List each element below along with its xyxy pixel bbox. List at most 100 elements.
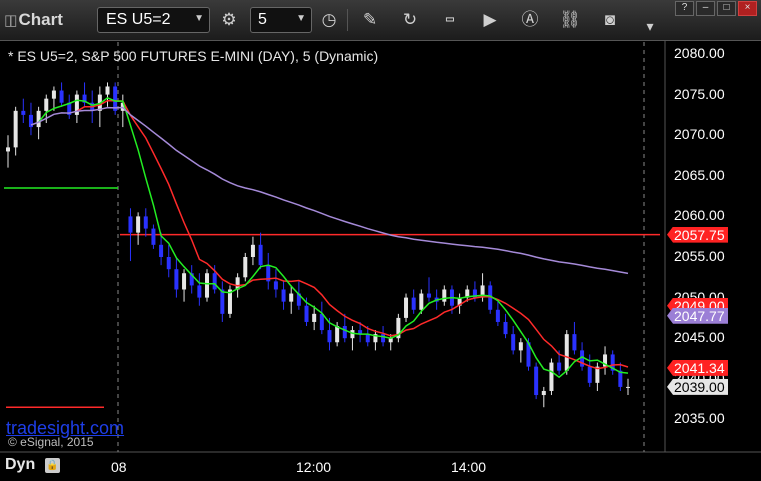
- candle-body: [365, 334, 370, 343]
- candle-body: [128, 216, 133, 233]
- price-tick-label: 2035.00: [674, 410, 725, 427]
- candle-body: [304, 305, 309, 322]
- candle-body: [319, 313, 324, 331]
- candle-body: [258, 244, 263, 266]
- play-replay-icon[interactable]: ▶: [477, 7, 503, 33]
- price-tick-label: 2065.00: [674, 166, 725, 183]
- candle-body: [166, 257, 171, 270]
- price-tick-label: 2080.00: [674, 45, 725, 61]
- symbol-value: ES U5=2: [106, 11, 171, 28]
- candle-body: [151, 228, 156, 245]
- maximize-icon[interactable]: □: [717, 1, 736, 16]
- time-tick-label: 08: [111, 459, 127, 475]
- candle-body: [572, 334, 577, 351]
- price-tick-label: 2060.00: [674, 207, 725, 224]
- candle-body: [342, 326, 347, 339]
- candle-body: [250, 244, 255, 257]
- price-tag: 2057.75: [667, 226, 728, 243]
- chart-window: ▯▯ Chart ES U5=2 ▼ ⚙ 5 ▼ ◷ ✎ ↻ ▭ ▶ Ⓐ ⛓ ◙…: [0, 0, 761, 481]
- time-tick-label: 12:00: [296, 459, 332, 475]
- candle-body: [541, 390, 546, 396]
- lock-scale-icon[interactable]: 🔒: [45, 458, 60, 473]
- candle-body: [13, 110, 18, 148]
- candle-body: [51, 90, 56, 99]
- price-chart[interactable]: [0, 40, 761, 481]
- chevron-down-icon[interactable]: ▼: [194, 13, 204, 24]
- copyright-text: © eSignal, 2015: [8, 435, 94, 449]
- candle-body: [549, 362, 554, 391]
- price-tick-label: 2045.00: [674, 329, 725, 346]
- refresh-icon[interactable]: ↻: [397, 7, 423, 33]
- candle-body: [511, 334, 516, 351]
- dynamic-mode-label[interactable]: Dyn: [5, 456, 35, 474]
- close-icon[interactable]: ×: [738, 1, 757, 16]
- minimize-icon[interactable]: –: [696, 1, 715, 16]
- candle-body: [404, 297, 409, 318]
- candle-body: [21, 110, 26, 115]
- price-tag: 2041.34: [667, 359, 728, 376]
- candle-body: [312, 313, 317, 322]
- candle-body: [534, 366, 539, 396]
- candle-body: [411, 297, 416, 310]
- candle-body: [182, 273, 187, 290]
- draw-pencil-icon[interactable]: ✎: [357, 7, 383, 33]
- toolbar: ▯▯ Chart ES U5=2 ▼ ⚙ 5 ▼ ◷ ✎ ↻ ▭ ▶ Ⓐ ⛓ ◙…: [0, 0, 761, 41]
- candle-body: [518, 342, 523, 351]
- link-chain-icon[interactable]: ⛓: [557, 7, 583, 33]
- candle-body: [564, 334, 569, 371]
- candle-body: [289, 293, 294, 302]
- candle-body: [587, 366, 592, 383]
- candle-body: [205, 273, 210, 298]
- price-tick-label: 2075.00: [674, 85, 725, 102]
- candle-body: [220, 289, 225, 314]
- chevron-down-icon[interactable]: ▼: [296, 13, 306, 24]
- candle-body: [136, 216, 141, 233]
- candle-body: [174, 269, 179, 290]
- candle-body: [335, 326, 340, 343]
- symbol-settings-gear-icon[interactable]: ⚙: [216, 7, 242, 33]
- candle-body: [503, 321, 508, 335]
- menu-arrow-icon[interactable]: ▾: [637, 13, 663, 39]
- chart-header: * ES U5=2, S&P 500 FUTURES E-MINI (DAY),…: [8, 48, 379, 64]
- candle-body: [442, 289, 447, 302]
- candle-body: [626, 386, 630, 388]
- camera-icon[interactable]: ◙: [597, 7, 623, 33]
- price-tag: 2039.00: [667, 378, 728, 395]
- window-controls: ? – □ ×: [673, 1, 757, 16]
- price-tick-label: 2055.00: [674, 248, 725, 264]
- candle-body: [281, 289, 286, 302]
- candle-body: [197, 285, 202, 298]
- candle-body: [419, 293, 424, 310]
- candle-body: [44, 98, 49, 111]
- price-tick-label: 2070.00: [674, 126, 725, 143]
- toolbar-divider: [347, 9, 348, 31]
- interval-value: 5: [258, 11, 267, 28]
- candle-body: [143, 216, 148, 229]
- time-tick-label: 14:00: [451, 459, 487, 475]
- help-icon[interactable]: ?: [675, 1, 694, 16]
- candle-body: [243, 257, 248, 278]
- order-ticket-icon[interactable]: ▭: [437, 7, 463, 33]
- candle-body: [327, 330, 332, 343]
- candle-body: [59, 90, 64, 103]
- candle-body: [159, 244, 164, 257]
- price-tag: 2047.77: [667, 307, 728, 324]
- candle-body: [273, 281, 278, 290]
- candle-body: [426, 293, 431, 298]
- candle-body: [36, 110, 41, 128]
- candle-body: [6, 147, 10, 152]
- interval-input[interactable]: 5 ▼: [250, 7, 312, 33]
- interval-clock-icon[interactable]: ◷: [316, 7, 342, 33]
- symbol-input[interactable]: ES U5=2 ▼: [97, 7, 210, 33]
- candle-body: [105, 86, 110, 95]
- alert-icon[interactable]: Ⓐ: [517, 7, 543, 33]
- window-title-text: Chart: [18, 10, 63, 29]
- candle-body: [381, 334, 386, 343]
- window-title[interactable]: ▯▯ Chart: [4, 8, 63, 32]
- candle-body: [495, 309, 500, 322]
- candle-body: [557, 362, 562, 371]
- moving-average-green: [38, 96, 629, 379]
- vwap-line: [30, 106, 629, 275]
- candle-body: [212, 273, 217, 290]
- drag-grip-icon[interactable]: ▯▯: [4, 11, 17, 29]
